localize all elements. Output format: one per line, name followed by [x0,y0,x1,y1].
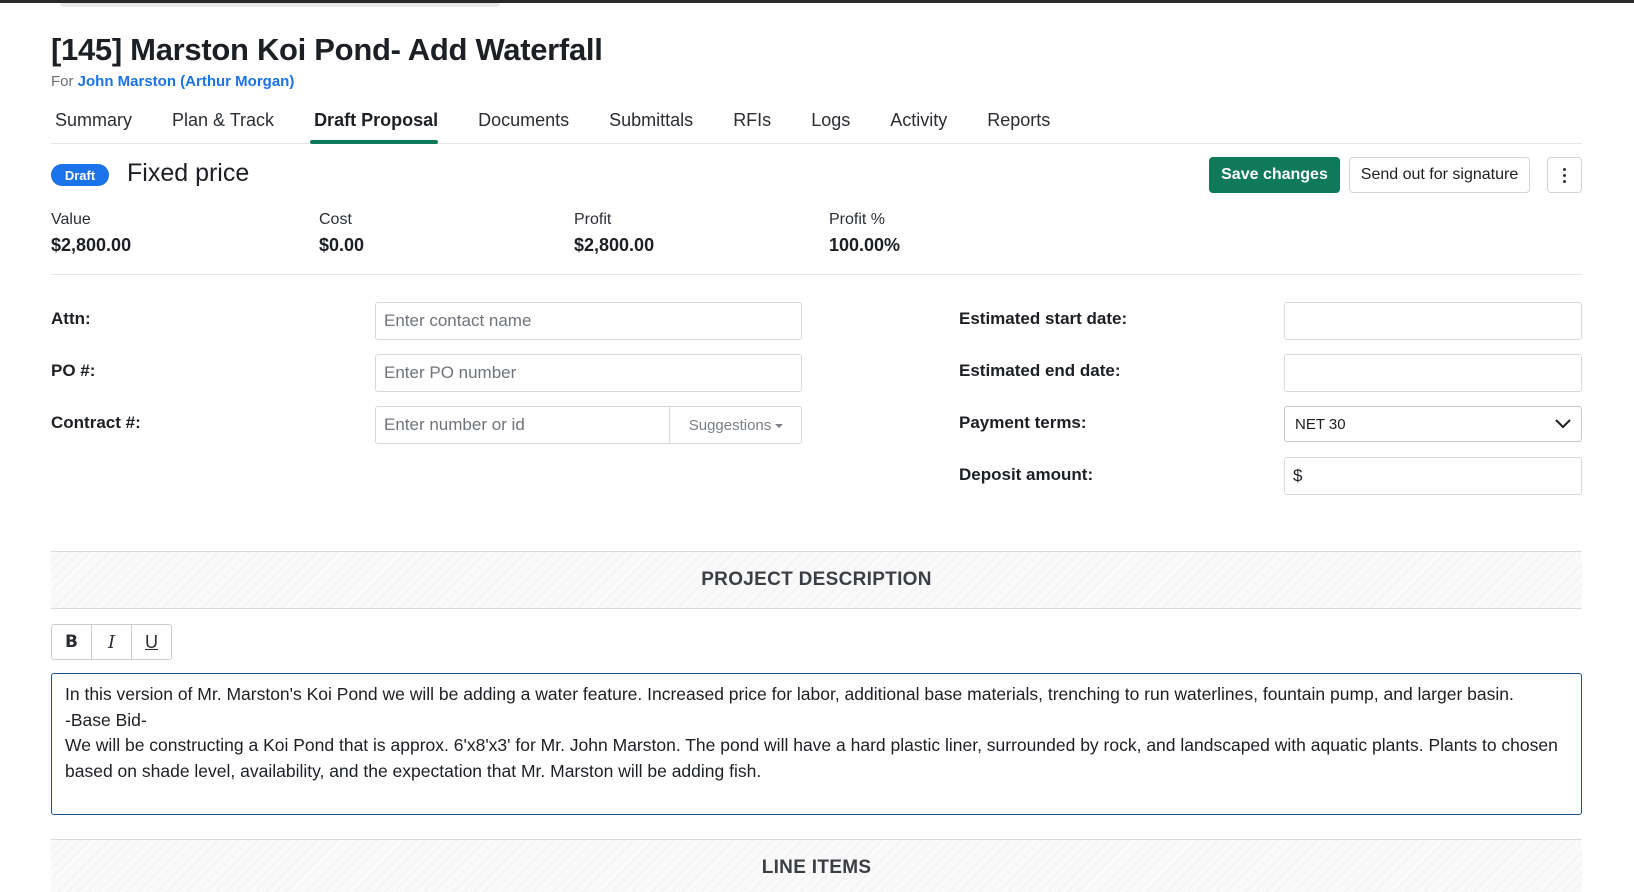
tab-logs[interactable]: Logs [807,108,850,143]
po-label: PO #: [51,361,96,380]
bold-button[interactable]: B [52,625,92,659]
chevron-down-icon [1555,419,1571,429]
project-description-header: PROJECT DESCRIPTION [51,551,1582,609]
suggestions-label: Suggestions [688,416,772,434]
po-placeholder: Enter PO number [384,363,517,382]
contract-label: Contract #: [51,413,141,432]
stat-profit-percent-label: Profit % [829,211,886,228]
stat-cost-label: Cost [319,211,352,228]
attn-label: Attn: [51,309,91,328]
end-date-input[interactable] [1284,354,1582,392]
start-date-input[interactable] [1284,302,1582,340]
for-prefix: For [51,73,74,90]
tab-documents[interactable]: Documents [474,108,569,143]
stat-cost: Cost $0.00 [319,211,364,256]
pricing-type-heading: Fixed price [127,159,250,187]
attn-input[interactable]: Enter contact name [375,302,802,340]
page-title: [145] Marston Koi Pond- Add Waterfall [51,32,603,67]
client-line: For John Marston (Arthur Morgan) [51,73,294,90]
end-date-label: Estimated end date: [959,361,1121,380]
save-changes-button[interactable]: Save changes [1209,157,1340,193]
underline-button[interactable]: U [132,625,171,659]
tab-activity[interactable]: Activity [886,108,947,143]
tab-reports[interactable]: Reports [983,108,1050,143]
description-line: We will be constructing a Koi Pond that … [65,735,1558,781]
send-for-signature-button[interactable]: Send out for signature [1349,157,1530,193]
description-line: In this version of Mr. Marston's Koi Pon… [65,684,1514,704]
payment-terms-select[interactable]: NET 30 [1284,406,1582,442]
attn-placeholder: Enter contact name [384,311,532,330]
contract-placeholder: Enter number or id [384,415,525,434]
stat-value: Value $2,800.00 [51,211,131,256]
top-bar-shadow [60,3,500,7]
description-line: -Base Bid- [65,709,147,730]
deposit-label: Deposit amount: [959,465,1094,484]
payment-terms-value: NET 30 [1295,415,1346,433]
client-link[interactable]: John Marston (Arthur Morgan) [78,73,295,90]
stat-cost-amount: $0.00 [319,235,365,255]
rich-text-toolbar: B I U [51,624,172,660]
stat-value-amount: $2,800.00 [51,235,132,255]
start-date-label: Estimated start date: [959,309,1128,328]
status-badge: Draft [51,164,109,186]
deposit-input[interactable]: $ [1284,457,1582,495]
vertical-ellipsis-icon [1563,167,1566,183]
caret-down-icon [775,424,784,428]
line-items-header: LINE ITEMS [51,839,1582,892]
po-input[interactable]: Enter PO number [375,354,802,392]
project-description-editor[interactable]: In this version of Mr. Marston's Koi Pon… [51,673,1582,815]
suggestions-dropdown[interactable]: Suggestions [669,406,802,444]
tab-rfis[interactable]: RFIs [729,108,771,143]
stat-value-label: Value [51,211,91,228]
tab-draft-proposal[interactable]: Draft Proposal [310,108,439,144]
stat-profit-label: Profit [574,211,612,228]
tab-plan-track[interactable]: Plan & Track [168,108,274,143]
stat-profit-amount: $2,800.00 [574,235,655,255]
deposit-currency-prefix: $ [1293,466,1303,485]
stats-divider [51,274,1582,275]
italic-button[interactable]: I [92,625,132,659]
more-options-button[interactable] [1547,157,1582,193]
stat-profit: Profit $2,800.00 [574,211,654,256]
tab-summary[interactable]: Summary [51,108,132,143]
stat-profit-percent: Profit % 100.00% [829,211,900,256]
project-tabs: Summary Plan & Track Draft Proposal Docu… [51,108,1582,144]
tab-submittals[interactable]: Submittals [605,108,693,143]
payment-terms-label: Payment terms: [959,413,1087,432]
stat-profit-percent-amount: 100.00% [829,235,901,255]
